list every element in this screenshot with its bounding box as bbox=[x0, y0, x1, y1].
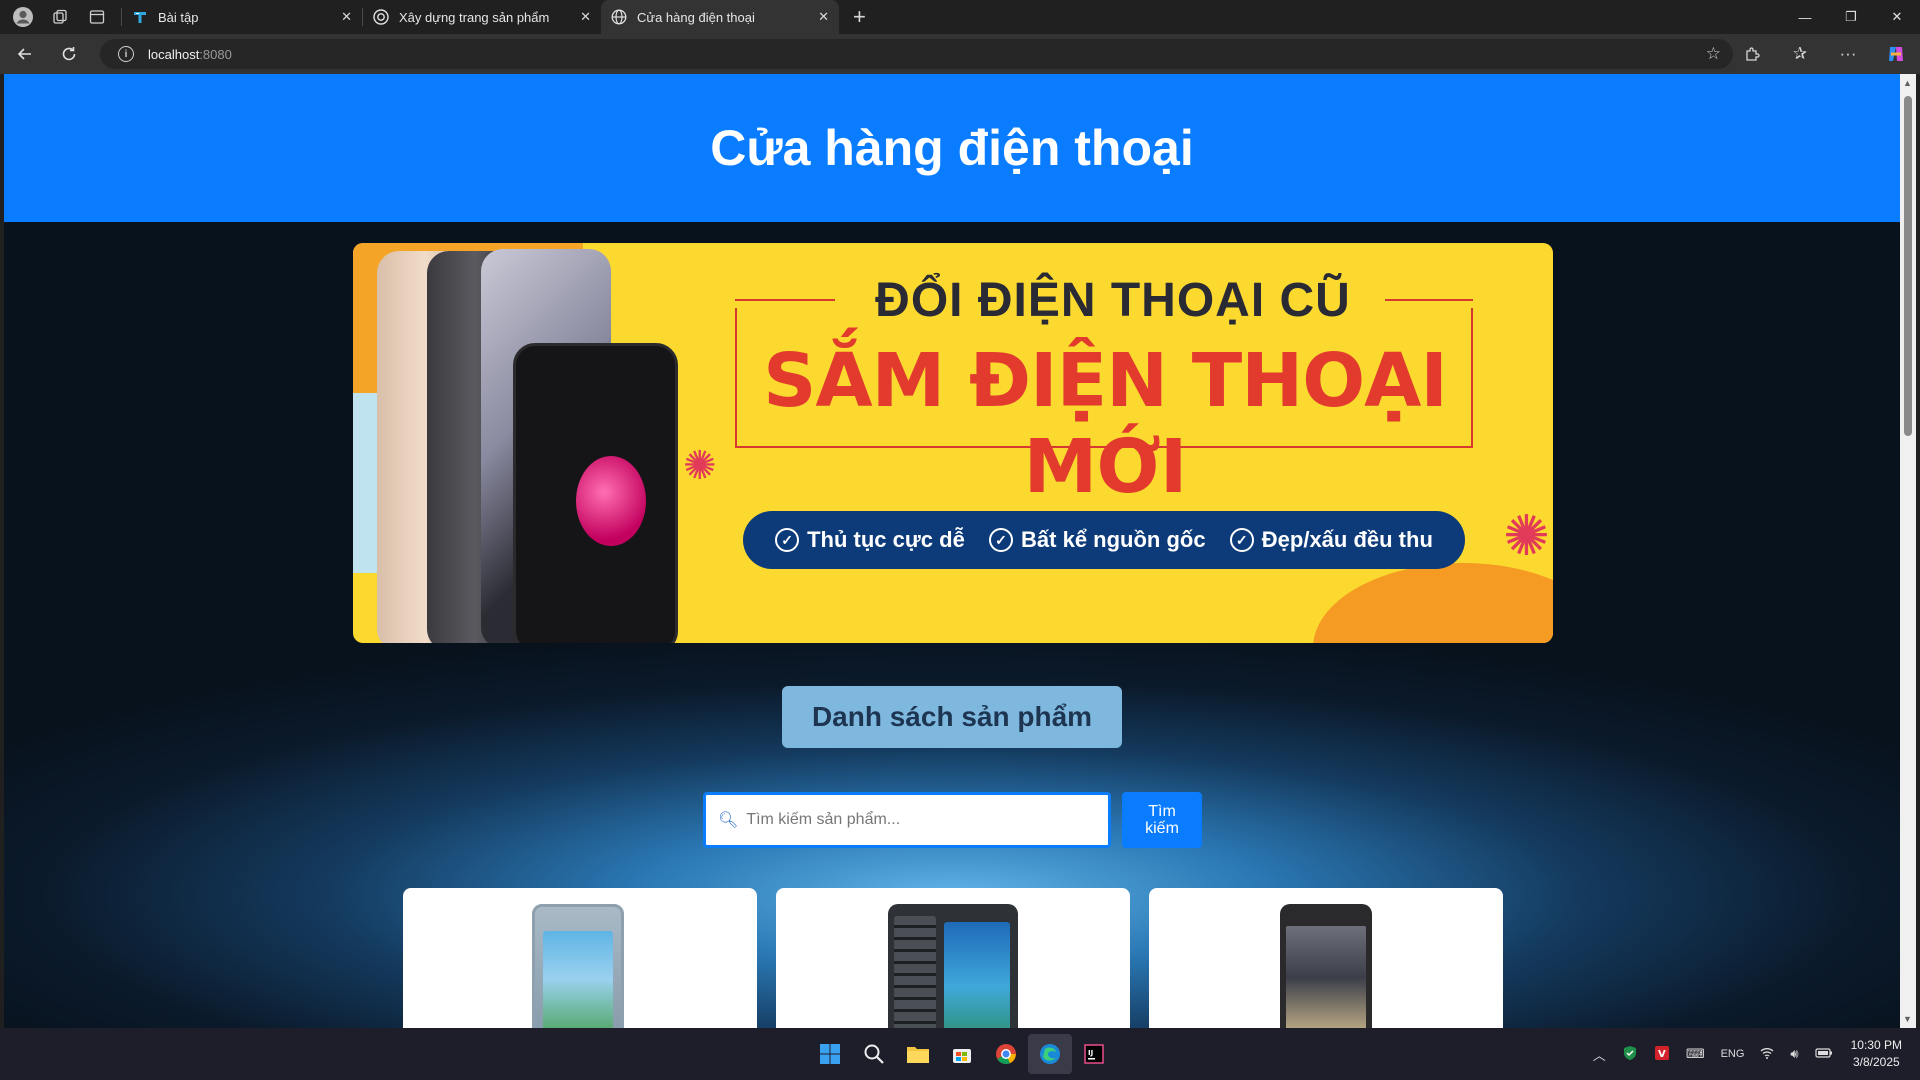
tab-favicon-icon bbox=[373, 9, 389, 25]
tab-title: Bài tập bbox=[158, 9, 199, 25]
check-icon: ✓ bbox=[989, 528, 1014, 552]
product-image bbox=[1280, 904, 1372, 1028]
apple-logo bbox=[576, 456, 646, 546]
battery-icon[interactable] bbox=[1815, 1047, 1833, 1062]
intellij-icon[interactable]: IJ bbox=[1072, 1034, 1116, 1074]
start-icon[interactable] bbox=[808, 1034, 852, 1074]
favorites-icon[interactable]: ✰ bbox=[1776, 44, 1824, 64]
volume-icon[interactable]: 🔊︎ bbox=[1790, 1046, 1798, 1062]
show-hidden-icons[interactable]: ︿ bbox=[1593, 1045, 1606, 1064]
more-menu-icon[interactable]: ··· bbox=[1824, 44, 1872, 64]
restore-icon[interactable]: ❐ bbox=[1828, 0, 1874, 34]
wifi-icon[interactable] bbox=[1760, 1047, 1774, 1062]
clock-time: 10:30 PM bbox=[1850, 1038, 1902, 1052]
svg-text:V: V bbox=[1658, 1049, 1666, 1060]
check-icon: ✓ bbox=[775, 528, 800, 552]
browser-tab-bar: Bài tập ✕ Xây dựng trang sản phẩm ✕ Cửa … bbox=[0, 0, 1920, 34]
close-tab-icon[interactable]: ✕ bbox=[818, 9, 829, 25]
tab-title: Xây dựng trang sản phẩm bbox=[399, 9, 550, 25]
copilot-icon[interactable] bbox=[1872, 44, 1920, 64]
firework-decoration: ✺ bbox=[1503, 504, 1550, 567]
edge-icon[interactable] bbox=[1028, 1034, 1072, 1074]
page-scrollbar[interactable]: ▲ ▼ bbox=[1900, 74, 1916, 1028]
banner-feature: ✓ Đẹp/xấu đều thu bbox=[1229, 527, 1433, 553]
phone-screen bbox=[543, 931, 613, 1028]
globe-icon bbox=[611, 9, 627, 25]
product-image bbox=[532, 904, 624, 1028]
banner-headline: ĐỔI ĐIỆN THOẠI CŨ bbox=[875, 274, 1351, 327]
product-card[interactable] bbox=[776, 888, 1130, 1028]
system-tray: ︿ V ⌨ ENG 🔊︎ 10:30 PM 3/8/2025 bbox=[1585, 1028, 1920, 1080]
close-tab-icon[interactable]: ✕ bbox=[341, 9, 352, 25]
product-image bbox=[888, 904, 1018, 1028]
page-viewport: Cửa hàng điện thoại ✺ ✺ ĐỔI ĐIỆN THOẠI C… bbox=[4, 74, 1900, 1028]
search-input[interactable] bbox=[746, 811, 1107, 829]
phone-screen bbox=[944, 922, 1010, 1028]
section-title: Danh sách sản phẩm bbox=[782, 686, 1122, 748]
refresh-icon[interactable] bbox=[49, 38, 89, 70]
site-info-icon[interactable]: i bbox=[118, 46, 134, 62]
minimize-icon[interactable]: — bbox=[1782, 0, 1828, 34]
address-bar-row: i localhost:8080 ☆ ✰ ··· bbox=[0, 34, 1920, 74]
favorite-star-icon[interactable]: ☆ bbox=[1706, 44, 1721, 64]
extensions-icon[interactable] bbox=[1728, 46, 1776, 63]
windows-taskbar: IJ ︿ V ⌨ ENG 🔊︎ 10:30 PM 3/8/2025 bbox=[0, 1028, 1920, 1080]
product-card[interactable] bbox=[403, 888, 757, 1028]
close-tab-icon[interactable]: ✕ bbox=[580, 9, 591, 25]
clock[interactable]: 10:30 PM 3/8/2025 bbox=[1851, 1037, 1902, 1071]
file-explorer-icon[interactable] bbox=[896, 1034, 940, 1074]
phone-keyboard bbox=[894, 916, 936, 1028]
tab-actions-icon[interactable] bbox=[83, 3, 111, 31]
page-title: Cửa hàng điện thoại bbox=[710, 120, 1194, 176]
input-language[interactable]: ENG bbox=[1721, 1048, 1745, 1060]
profile-icon[interactable] bbox=[9, 3, 37, 31]
scroll-down-icon[interactable]: ▼ bbox=[1903, 1014, 1912, 1024]
banner-phone-image bbox=[513, 343, 678, 643]
chrome-icon[interactable] bbox=[984, 1034, 1028, 1074]
svg-text:IJ: IJ bbox=[1088, 1049, 1093, 1057]
defender-icon[interactable] bbox=[1622, 1045, 1638, 1064]
banner-features: ✓ Thủ tục cực dễ ✓ Bất kể nguồn gốc ✓ Đẹp/x… bbox=[743, 511, 1465, 569]
tab-cua-hang[interactable]: Cửa hàng điện thoại ✕ bbox=[601, 0, 839, 34]
check-icon: ✓ bbox=[1229, 528, 1254, 552]
banner-feature: ✓ Thủ tục cực dễ bbox=[775, 527, 965, 553]
window-controls: — ❐ ✕ bbox=[1782, 0, 1920, 34]
site-header: Cửa hàng điện thoại bbox=[4, 74, 1900, 222]
vivaldi-icon[interactable]: V bbox=[1654, 1045, 1670, 1064]
banner-decoration bbox=[1313, 563, 1553, 643]
url-bar[interactable]: i localhost:8080 ☆ bbox=[100, 39, 1733, 69]
back-icon[interactable] bbox=[5, 38, 45, 70]
banner-subheadline: SẮM ĐIỆN THOẠI MỚI bbox=[763, 338, 1448, 510]
product-card[interactable] bbox=[1149, 888, 1503, 1028]
url-text[interactable]: localhost:8080 bbox=[148, 47, 232, 62]
search-icon[interactable] bbox=[852, 1034, 896, 1074]
banner-frame bbox=[1385, 299, 1473, 301]
tab-xay-dung[interactable]: Xây dựng trang sản phẩm ✕ bbox=[363, 0, 601, 34]
tab-title: Cửa hàng điện thoại bbox=[637, 9, 755, 25]
taskbar-apps: IJ bbox=[808, 1028, 1116, 1080]
promo-banner[interactable]: ✺ ✺ ĐỔI ĐIỆN THOẠI CŨ SẮM ĐIỆN THOẠI MỚI… bbox=[353, 243, 1553, 643]
search-icon: 🔍︎ bbox=[718, 812, 739, 829]
tab-bai-tap[interactable]: Bài tập ✕ bbox=[122, 0, 362, 34]
new-tab-icon[interactable]: + bbox=[853, 4, 866, 30]
keyboard-icon[interactable]: ⌨ bbox=[1686, 1046, 1705, 1062]
search-box[interactable]: 🔍︎ bbox=[703, 792, 1111, 848]
tab-favicon-icon bbox=[132, 9, 148, 25]
close-window-icon[interactable]: ✕ bbox=[1874, 0, 1920, 34]
banner-frame bbox=[735, 299, 835, 301]
banner-feature: ✓ Bất kể nguồn gốc bbox=[989, 527, 1206, 553]
store-icon[interactable] bbox=[940, 1034, 984, 1074]
scroll-up-icon[interactable]: ▲ bbox=[1903, 78, 1912, 88]
clock-date: 3/8/2025 bbox=[1852, 1055, 1900, 1069]
phone-screen bbox=[1286, 926, 1366, 1028]
search-button[interactable]: Tìm kiếm bbox=[1122, 792, 1202, 848]
browser-toolbar: ✰ ··· bbox=[1728, 34, 1920, 74]
workspaces-icon[interactable] bbox=[46, 3, 74, 31]
scrollbar-thumb[interactable] bbox=[1904, 96, 1912, 436]
